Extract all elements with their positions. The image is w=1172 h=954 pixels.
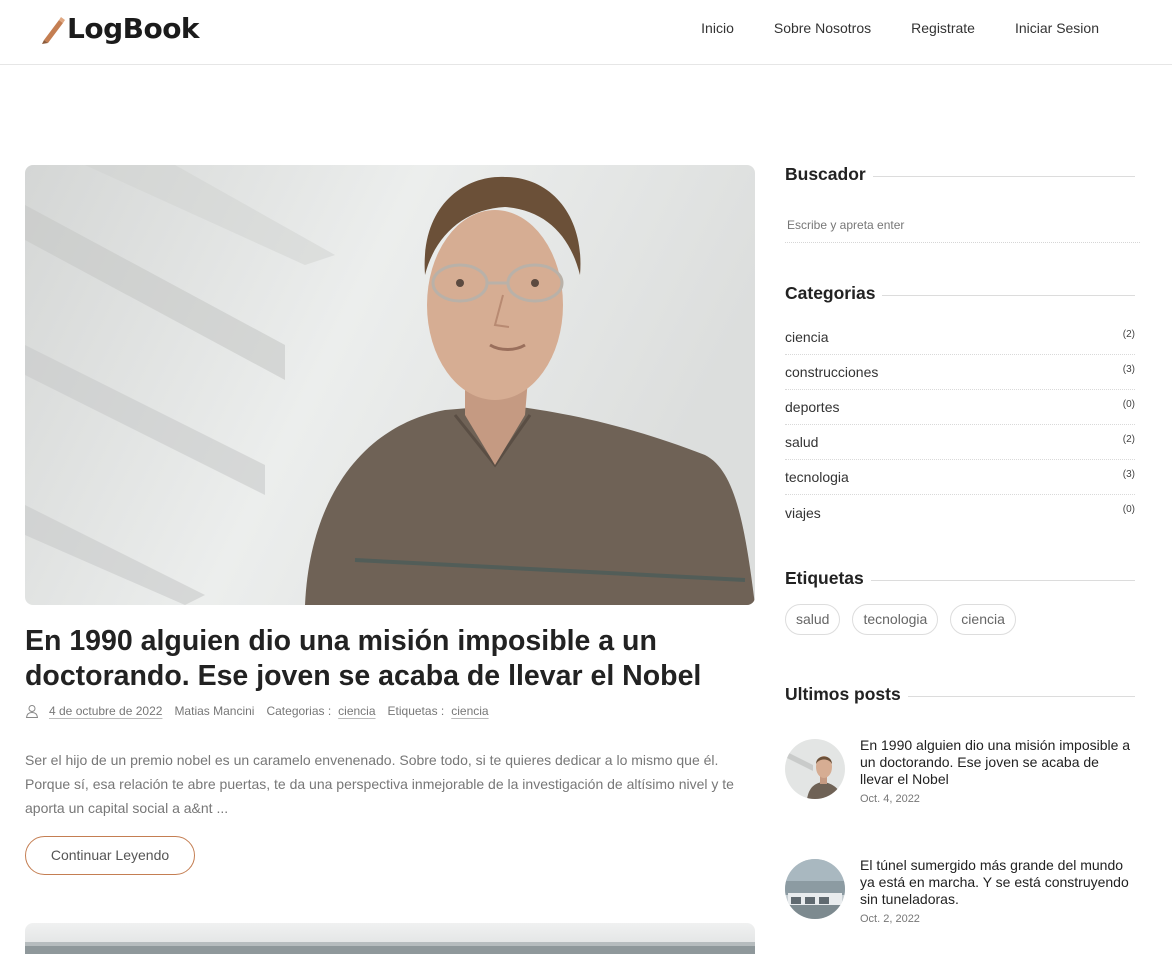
site-header: LogBook Inicio Sobre Nosotros Registrate… bbox=[0, 0, 1172, 65]
user-icon bbox=[25, 705, 39, 718]
tag-cloud: salud tecnologia ciencia bbox=[785, 604, 1028, 635]
recent-post-item[interactable]: En 1990 alguien dio una misión imposible… bbox=[785, 737, 1135, 805]
recent-post-item[interactable]: El túnel sumergido más grande del mundo … bbox=[785, 857, 1135, 925]
category-name[interactable]: viajes bbox=[785, 505, 821, 521]
post-meta: 4 de octubre de 2022 Matias Mancini Cate… bbox=[25, 704, 489, 718]
category-item[interactable]: construcciones (3) bbox=[785, 355, 1135, 390]
tag-pill[interactable]: salud bbox=[785, 604, 841, 635]
heading-divider bbox=[872, 175, 1135, 177]
post-date[interactable]: 4 de octubre de 2022 bbox=[49, 704, 162, 718]
category-item[interactable]: deportes (0) bbox=[785, 390, 1135, 425]
tag-pill[interactable]: ciencia bbox=[950, 604, 1016, 635]
post-author: Matias Mancini bbox=[174, 704, 255, 718]
category-count: (0) bbox=[1122, 398, 1135, 410]
category-count: (2) bbox=[1122, 328, 1135, 340]
category-name[interactable]: tecnologia bbox=[785, 469, 849, 485]
category-item[interactable]: tecnologia (3) bbox=[785, 460, 1135, 495]
category-name[interactable]: deportes bbox=[785, 399, 839, 415]
post-excerpt: Ser el hijo de un premio nobel es un car… bbox=[25, 752, 734, 816]
logo[interactable]: LogBook bbox=[40, 12, 200, 45]
post-tag-link[interactable]: ciencia bbox=[451, 704, 488, 718]
post-image[interactable] bbox=[25, 165, 755, 605]
category-count: (3) bbox=[1122, 363, 1135, 375]
recent-posts-heading: Ultimos posts bbox=[785, 684, 1135, 705]
nav-iniciar-sesion[interactable]: Iniciar Sesion bbox=[1015, 20, 1099, 36]
category-name[interactable]: construcciones bbox=[785, 364, 878, 380]
post-category-link[interactable]: ciencia bbox=[338, 704, 375, 718]
pencil-icon bbox=[42, 16, 65, 44]
categories-section-heading: Categorias bbox=[785, 283, 1135, 304]
nav-inicio[interactable]: Inicio bbox=[701, 20, 734, 36]
category-count: (0) bbox=[1122, 504, 1135, 515]
tags-section-heading: Etiquetas bbox=[785, 568, 1135, 589]
search-section-heading: Buscador bbox=[785, 164, 1135, 185]
post-categories-label: Categorias : bbox=[266, 704, 332, 718]
heading-divider bbox=[907, 695, 1135, 697]
category-item[interactable]: ciencia (2) bbox=[785, 320, 1135, 355]
search-title: Buscador bbox=[785, 164, 866, 184]
category-count: (2) bbox=[1122, 433, 1135, 445]
category-item[interactable]: salud (2) bbox=[785, 425, 1135, 460]
recent-posts-title: Ultimos posts bbox=[785, 684, 901, 704]
heading-divider bbox=[870, 579, 1135, 581]
category-list: ciencia (2) construcciones (3) deportes … bbox=[785, 320, 1135, 530]
recent-post-thumbnail[interactable] bbox=[785, 739, 845, 799]
categories-title: Categorias bbox=[785, 283, 876, 303]
recent-post-info: El túnel sumergido más grande del mundo … bbox=[860, 857, 1135, 925]
nav-registrate[interactable]: Registrate bbox=[911, 20, 975, 36]
heading-divider bbox=[882, 294, 1135, 296]
tags-title: Etiquetas bbox=[785, 568, 864, 588]
main-nav: Inicio Sobre Nosotros Registrate Iniciar… bbox=[661, 20, 1099, 36]
post-title[interactable]: En 1990 alguien dio una misión imposible… bbox=[25, 624, 765, 694]
next-post-image[interactable] bbox=[25, 923, 755, 954]
recent-post-title[interactable]: El túnel sumergido más grande del mundo … bbox=[860, 857, 1135, 908]
read-more-button[interactable]: Continuar Leyendo bbox=[25, 836, 195, 875]
category-count: (3) bbox=[1122, 468, 1135, 480]
category-item[interactable]: viajes (0) bbox=[785, 495, 1135, 530]
category-name[interactable]: ciencia bbox=[785, 329, 829, 345]
recent-post-info: En 1990 alguien dio una misión imposible… bbox=[860, 737, 1135, 805]
recent-post-date: Oct. 4, 2022 bbox=[860, 793, 920, 805]
recent-post-date: Oct. 2, 2022 bbox=[860, 913, 920, 925]
post-tags-label: Etiquetas : bbox=[387, 704, 445, 718]
nav-sobre-nosotros[interactable]: Sobre Nosotros bbox=[774, 20, 871, 36]
category-name[interactable]: salud bbox=[785, 434, 818, 450]
search-input[interactable] bbox=[785, 207, 1140, 243]
recent-post-thumbnail[interactable] bbox=[785, 859, 845, 919]
recent-post-title[interactable]: En 1990 alguien dio una misión imposible… bbox=[860, 737, 1135, 788]
tag-pill[interactable]: tecnologia bbox=[852, 604, 939, 635]
logo-text: LogBook bbox=[67, 12, 200, 45]
